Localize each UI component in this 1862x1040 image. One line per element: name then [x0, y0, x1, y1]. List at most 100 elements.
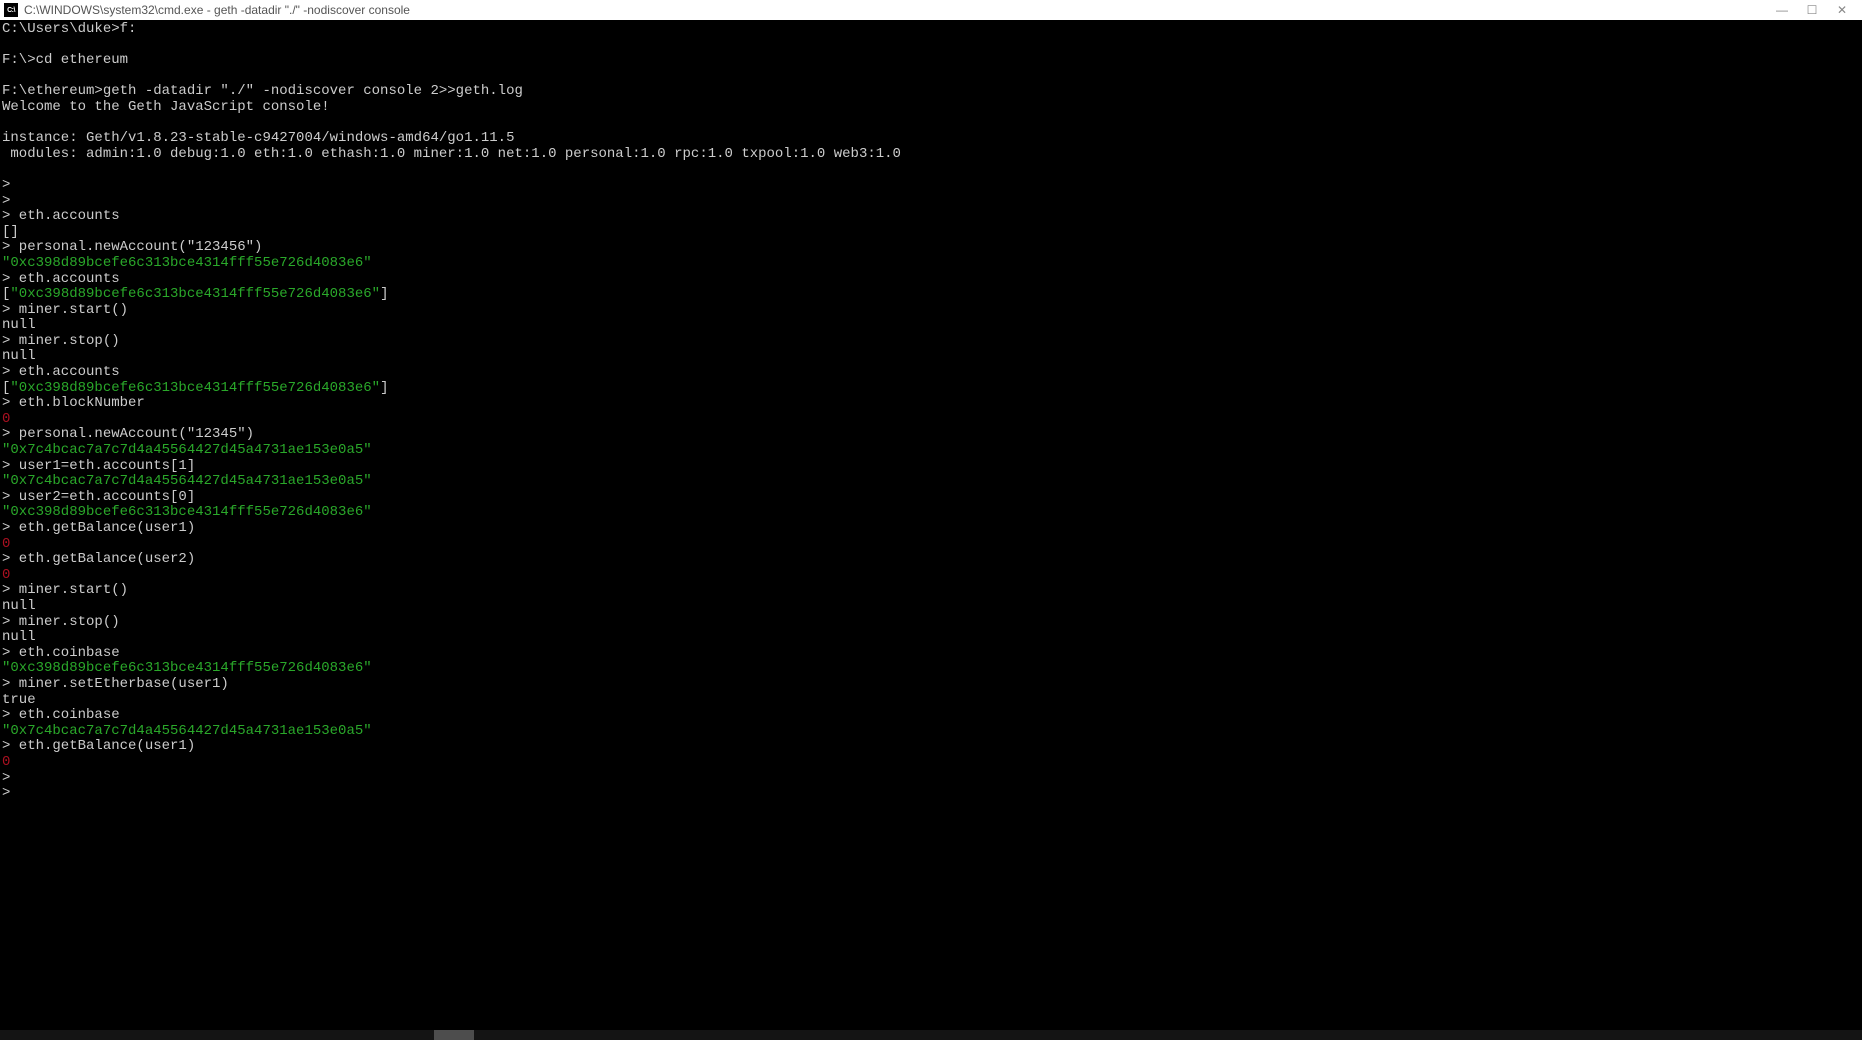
terminal-text: instance: Geth/v1.8.23-stable-c9427004/w…: [2, 130, 514, 146]
terminal-line: > miner.start(): [2, 303, 1860, 319]
terminal-line: 0: [2, 568, 1860, 584]
maximize-button[interactable]: ☐: [1806, 3, 1818, 17]
terminal-text: > eth.accounts: [2, 364, 120, 380]
terminal-text: ]: [380, 286, 388, 302]
terminal-line: []: [2, 225, 1860, 241]
terminal-text: > eth.getBalance(user1): [2, 520, 195, 536]
terminal-line: > personal.newAccount("123456"): [2, 240, 1860, 256]
terminal-output[interactable]: C:\Users\duke>f: F:\>cd ethereum F:\ethere…: [0, 20, 1862, 804]
cmd-icon: C:\: [4, 3, 18, 17]
terminal-line: ["0xc398d89bcefe6c313bce4314fff55e726d40…: [2, 381, 1860, 397]
terminal-text: F:\>cd ethereum: [2, 52, 128, 68]
terminal-text: "0xc398d89bcefe6c313bce4314fff55e726d408…: [2, 660, 372, 676]
terminal-text: null: [2, 348, 36, 364]
terminal-text: "0x7c4bcac7a7c7d4a45564427d45a4731ae153e…: [2, 723, 372, 739]
terminal-text: Welcome to the Geth JavaScript console!: [2, 99, 330, 115]
terminal-text: "0xc398d89bcefe6c313bce4314fff55e726d408…: [10, 286, 380, 302]
terminal-line: [2, 116, 1860, 132]
horizontal-scrollbar[interactable]: [0, 1030, 1862, 1040]
terminal-text: > user1=eth.accounts[1]: [2, 458, 195, 474]
terminal-text: 0: [2, 754, 10, 770]
terminal-text: 0: [2, 411, 10, 427]
terminal-line: "0x7c4bcac7a7c7d4a45564427d45a4731ae153e…: [2, 724, 1860, 740]
terminal-text: true: [2, 692, 36, 708]
terminal-line: [2, 38, 1860, 54]
terminal-line: >: [2, 178, 1860, 194]
terminal-text: null: [2, 598, 36, 614]
terminal-line: > miner.stop(): [2, 615, 1860, 631]
terminal-line: > personal.newAccount("12345"): [2, 427, 1860, 443]
terminal-line: F:\ethereum>geth -datadir "./" -nodiscov…: [2, 84, 1860, 100]
terminal-line: > eth.getBalance(user1): [2, 739, 1860, 755]
terminal-line: > eth.accounts: [2, 209, 1860, 225]
terminal-text: > eth.coinbase: [2, 645, 120, 661]
terminal-text: "0x7c4bcac7a7c7d4a45564427d45a4731ae153e…: [2, 442, 372, 458]
terminal-line: [2, 69, 1860, 85]
terminal-text: 0: [2, 536, 10, 552]
terminal-text: null: [2, 317, 36, 333]
terminal-text: > miner.start(): [2, 582, 128, 598]
terminal-line: > eth.getBalance(user1): [2, 521, 1860, 537]
terminal-text: F:\ethereum>geth -datadir "./" -nodiscov…: [2, 83, 523, 99]
terminal-line: > miner.setEtherbase(user1): [2, 677, 1860, 693]
terminal-text: > miner.stop(): [2, 333, 120, 349]
terminal-text: >: [2, 770, 19, 786]
terminal-line: "0x7c4bcac7a7c7d4a45564427d45a4731ae153e…: [2, 443, 1860, 459]
terminal-text: > miner.setEtherbase(user1): [2, 676, 229, 692]
terminal-text: >: [2, 193, 19, 209]
terminal-line: > miner.start(): [2, 583, 1860, 599]
terminal-text: > eth.accounts: [2, 208, 120, 224]
close-button[interactable]: ✕: [1836, 3, 1848, 17]
terminal-line: > eth.getBalance(user2): [2, 552, 1860, 568]
terminal-text: >: [2, 785, 19, 801]
terminal-line: null: [2, 318, 1860, 334]
terminal-text: "0x7c4bcac7a7c7d4a45564427d45a4731ae153e…: [2, 473, 372, 489]
terminal-line: 0: [2, 755, 1860, 771]
terminal-line: "0xc398d89bcefe6c313bce4314fff55e726d408…: [2, 661, 1860, 677]
terminal-line: > eth.accounts: [2, 365, 1860, 381]
terminal-text: modules: admin:1.0 debug:1.0 eth:1.0 eth…: [2, 146, 901, 162]
window-title: C:\WINDOWS\system32\cmd.exe - geth -data…: [24, 3, 1776, 17]
terminal-text: > user2=eth.accounts[0]: [2, 489, 195, 505]
terminal-line: >: [2, 786, 1860, 802]
terminal-line: > eth.blockNumber: [2, 396, 1860, 412]
minimize-button[interactable]: —: [1776, 3, 1788, 17]
terminal-line: 0: [2, 537, 1860, 553]
terminal-line: F:\>cd ethereum: [2, 53, 1860, 69]
terminal-line: null: [2, 349, 1860, 365]
terminal-line: >: [2, 194, 1860, 210]
terminal-text: > personal.newAccount("12345"): [2, 426, 254, 442]
terminal-text: > eth.blockNumber: [2, 395, 145, 411]
terminal-text: "0xc398d89bcefe6c313bce4314fff55e726d408…: [2, 255, 372, 271]
terminal-line: true: [2, 693, 1860, 709]
terminal-text: > eth.coinbase: [2, 707, 120, 723]
terminal-line: modules: admin:1.0 debug:1.0 eth:1.0 eth…: [2, 147, 1860, 163]
terminal-line: ["0xc398d89bcefe6c313bce4314fff55e726d40…: [2, 287, 1860, 303]
terminal-text: > eth.accounts: [2, 271, 120, 287]
terminal-line: "0x7c4bcac7a7c7d4a45564427d45a4731ae153e…: [2, 474, 1860, 490]
terminal-line: > user1=eth.accounts[1]: [2, 459, 1860, 475]
terminal-line: > user2=eth.accounts[0]: [2, 490, 1860, 506]
scrollbar-thumb[interactable]: [434, 1030, 474, 1040]
terminal-line: "0xc398d89bcefe6c313bce4314fff55e726d408…: [2, 505, 1860, 521]
terminal-line: > eth.coinbase: [2, 646, 1860, 662]
terminal-line: > eth.coinbase: [2, 708, 1860, 724]
terminal-text: > miner.start(): [2, 302, 128, 318]
terminal-text: "0xc398d89bcefe6c313bce4314fff55e726d408…: [2, 504, 372, 520]
window-controls: — ☐ ✕: [1776, 3, 1858, 17]
terminal-text: C:\Users\duke>f:: [2, 21, 136, 37]
terminal-line: null: [2, 630, 1860, 646]
terminal-line: instance: Geth/v1.8.23-stable-c9427004/w…: [2, 131, 1860, 147]
terminal-line: null: [2, 599, 1860, 615]
window-titlebar: C:\ C:\WINDOWS\system32\cmd.exe - geth -…: [0, 0, 1862, 20]
terminal-text: null: [2, 629, 36, 645]
terminal-line: > miner.stop(): [2, 334, 1860, 350]
terminal-line: [2, 162, 1860, 178]
terminal-line: >: [2, 771, 1860, 787]
terminal-line: 0: [2, 412, 1860, 428]
terminal-text: > eth.getBalance(user2): [2, 551, 195, 567]
terminal-text: >: [2, 177, 10, 193]
terminal-line: > eth.accounts: [2, 272, 1860, 288]
terminal-line: "0xc398d89bcefe6c313bce4314fff55e726d408…: [2, 256, 1860, 272]
terminal-text: []: [2, 224, 19, 240]
